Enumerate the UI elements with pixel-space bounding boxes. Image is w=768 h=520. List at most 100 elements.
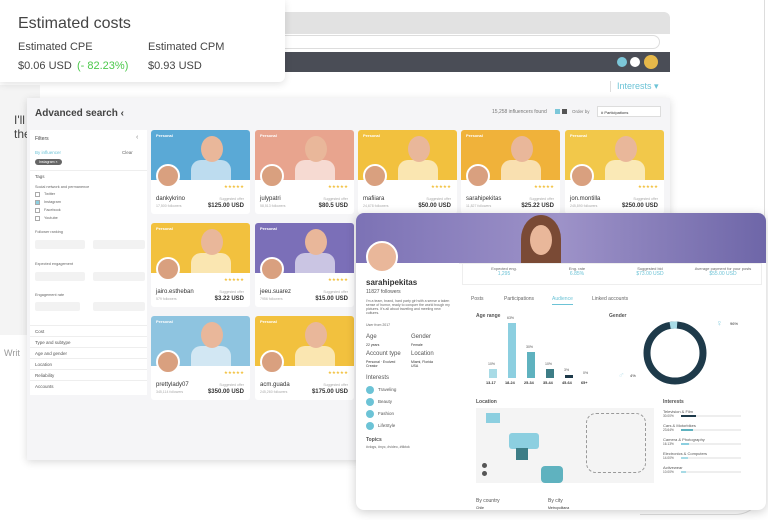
influencer-card[interactable]: Personal ★★★★★ dankykrino 17,500 followers S… (151, 130, 250, 214)
expected-engagement-label: Expected engagement (35, 262, 73, 266)
interest-track (681, 471, 741, 473)
cover-face (530, 225, 552, 255)
engagement-max-input[interactable] (93, 272, 145, 281)
card-name[interactable]: jeeu.suarez (260, 289, 291, 295)
card-name[interactable]: julypatri (260, 196, 281, 202)
card-offer-label: Suggested offer (529, 197, 554, 201)
card-name[interactable]: prettylady07 (156, 382, 189, 388)
engagement-min-input[interactable] (35, 272, 85, 281)
network-checkbox[interactable] (35, 208, 40, 213)
card-tag: Personal (156, 133, 173, 138)
interest-track (681, 415, 741, 417)
photo-person (501, 160, 541, 180)
filter-section[interactable]: Location (30, 358, 147, 369)
card-tag: Personal (156, 226, 173, 231)
card-name[interactable]: jairo.estheban (156, 289, 194, 295)
rating-stars: ★★★★★ (637, 184, 658, 189)
card-name[interactable]: mafiiara (363, 196, 384, 202)
photo-face (305, 136, 327, 162)
filters-panel: Filters ‹ By influencer Clear Instagram … (30, 130, 147, 395)
collapse-icon[interactable]: ‹ (136, 134, 138, 141)
social-label: Social network and permanence (35, 185, 90, 189)
filter-section[interactable]: Age and gender (30, 347, 147, 358)
card-tag: Personal (156, 319, 173, 324)
notification-icon[interactable] (617, 57, 627, 67)
card-name[interactable]: dankykrino (156, 196, 185, 202)
influencer-card[interactable]: Personal ★★★★★ acm.guada 245,260 followers S… (255, 316, 354, 400)
interest-icon (366, 398, 374, 406)
card-offer-label: Suggested offer (219, 197, 244, 201)
world-map[interactable] (476, 408, 654, 483)
photo-face (305, 229, 327, 255)
influencer-card[interactable]: Personal ★★★★★ mafiiara 24,678 followers Sug… (358, 130, 457, 214)
card-tag: Personal (570, 133, 587, 138)
card-tag: Personal (260, 226, 277, 231)
filter-section[interactable]: Accounts (30, 380, 147, 391)
network-label: Facebook (44, 208, 61, 212)
profile-followers: 11827 followers (366, 289, 401, 295)
interest-icon (366, 422, 374, 430)
grid-view-icon[interactable] (555, 109, 560, 114)
influencer-card[interactable]: Personal ★★★★★ prettylady07 345,114 followe… (151, 316, 250, 400)
user-avatar[interactable] (644, 55, 658, 69)
interest-item: LifeStyle (378, 423, 396, 428)
filter-section[interactable]: Cost (30, 325, 147, 336)
card-name[interactable]: acm.guada (260, 382, 290, 388)
tab-posts[interactable]: Posts (471, 296, 484, 302)
stat-item: Suggested bid $73.00 USD (614, 266, 686, 277)
tab-linked-accounts[interactable]: Linked accounts (592, 296, 628, 302)
order-select[interactable]: # Participations (597, 106, 661, 117)
map-usa (509, 433, 539, 449)
card-name[interactable]: sarahipekitas (466, 196, 501, 202)
card-avatar (260, 257, 284, 281)
interests-dropdown[interactable]: Interests ▾ (610, 81, 659, 92)
tab-audience[interactable]: Audience (552, 296, 573, 305)
rate-min-input[interactable] (35, 302, 80, 311)
interests-label: Interests (366, 375, 390, 381)
cpm-label: Estimated CPM (148, 41, 225, 53)
network-checkbox[interactable] (35, 200, 40, 205)
network-label: Youtube (44, 216, 58, 220)
influencer-card[interactable]: Personal ★★★★★ jairo.estheban 579 followers… (151, 223, 250, 307)
card-followers: 24,678 followers (363, 204, 389, 208)
influencer-card[interactable]: Personal ★★★★★ sarahipekitas 11,827 followe… (461, 130, 560, 214)
age-tick: 18-24 (505, 381, 515, 385)
influencer-card[interactable]: Personal ★★★★★ jon.montilla 245,890 followe… (565, 130, 664, 214)
network-label: Twitter (44, 192, 56, 196)
card-tag: Personal (260, 133, 277, 138)
network-checkbox[interactable] (35, 192, 40, 197)
stat-value: $55.00 USD (709, 271, 737, 277)
network-checkbox[interactable] (35, 216, 40, 221)
filter-section[interactable]: Type and subtype (30, 336, 147, 347)
interest-bar (681, 415, 696, 417)
filter-section[interactable]: Reliability (30, 369, 147, 380)
tags-section[interactable]: Tags (30, 170, 147, 181)
clear-button[interactable]: Clear (122, 150, 133, 155)
follower-min-input[interactable] (35, 240, 85, 249)
card-name[interactable]: jon.montilla (570, 196, 600, 202)
address-bar[interactable] (275, 35, 660, 49)
influencer-card[interactable]: Personal ★★★★★ julypatri 58,513 followers Su… (255, 130, 354, 214)
instagram-chip[interactable]: Instagram × (35, 159, 62, 165)
help-icon[interactable] (630, 57, 640, 67)
stat-item: Eng. rate 6.85% (541, 266, 613, 277)
photo-face (511, 136, 533, 162)
tab-participations[interactable]: Participations (504, 296, 534, 302)
photo-person (191, 346, 231, 366)
account-type-value: Personal · Evolved Creator (366, 360, 396, 368)
zoom-out-button[interactable] (482, 471, 487, 476)
card-tag: Personal (363, 133, 380, 138)
list-view-icon[interactable] (562, 109, 567, 114)
card-avatar (570, 164, 594, 188)
photo-person (191, 253, 231, 273)
interest-pct: 23.64% (663, 428, 674, 432)
by-influencer-tab[interactable]: By influencer (35, 150, 61, 155)
rate-max-input[interactable] (93, 302, 145, 311)
rating-stars: ★★★★★ (223, 277, 244, 282)
zoom-in-button[interactable] (482, 463, 487, 468)
age-bar-label: 63% (507, 316, 515, 320)
influencer-card[interactable]: Personal ★★★★★ jeeu.suarez 7956 followers Su… (255, 223, 354, 307)
interests-chart-title: Interests (663, 399, 684, 405)
follower-max-input[interactable] (93, 240, 145, 249)
age-bar (508, 323, 516, 378)
